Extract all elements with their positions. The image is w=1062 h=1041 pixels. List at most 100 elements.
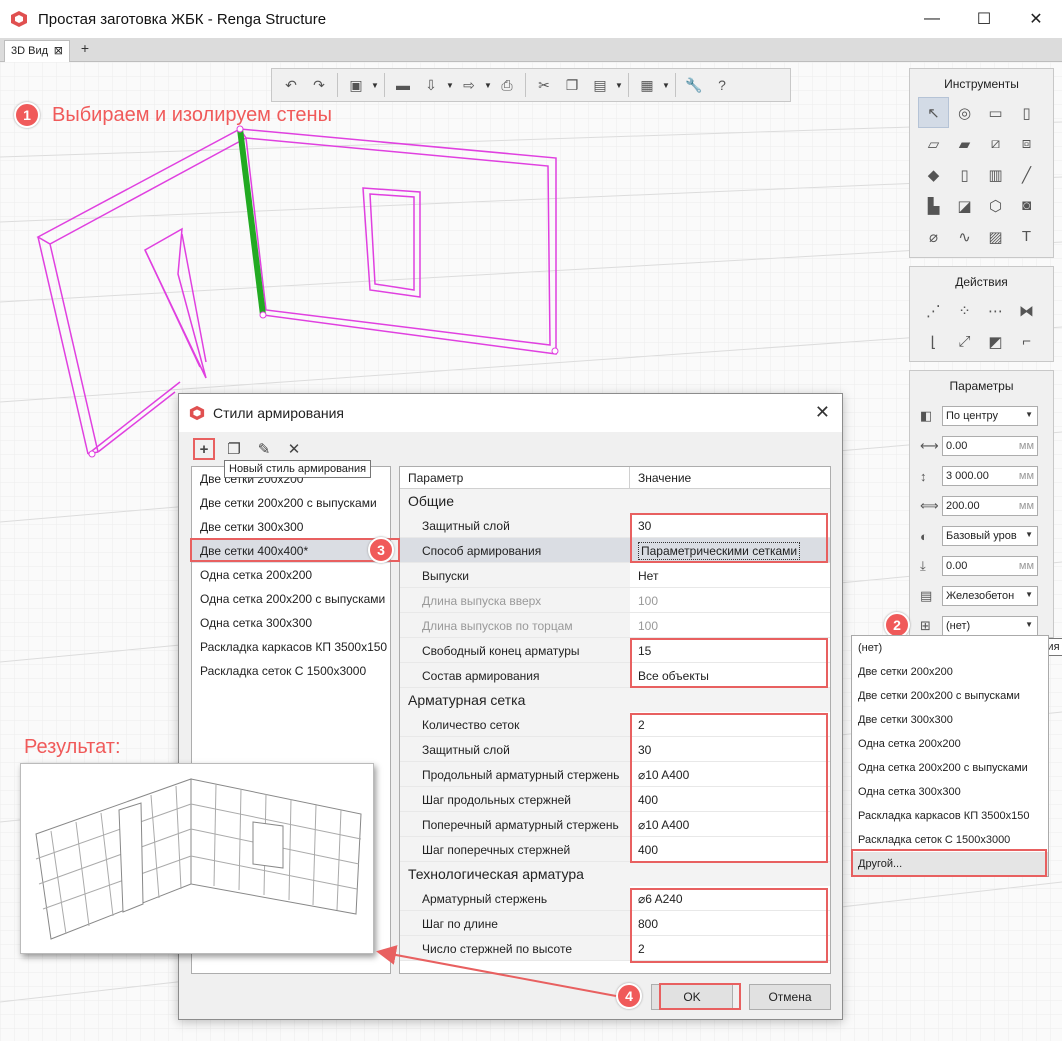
row-value[interactable]: Параметрическими сетками: [630, 538, 830, 563]
chevron-down-icon[interactable]: ▼: [615, 81, 623, 90]
window-icon[interactable]: ▥: [980, 159, 1011, 190]
maximize-button[interactable]: ☐: [958, 0, 1010, 38]
style-list-item-selected[interactable]: Две сетки 400x400*: [192, 539, 390, 563]
fillet-icon[interactable]: ⌐: [1011, 326, 1042, 357]
select-icon[interactable]: ↖: [918, 97, 949, 128]
dimension-icon[interactable]: ⌀: [918, 221, 949, 252]
row-value[interactable]: 30: [630, 513, 830, 538]
minimize-button[interactable]: —: [906, 0, 958, 38]
mirror-icon[interactable]: ⧓: [1011, 295, 1042, 326]
duplicate-style-icon[interactable]: ❐: [223, 438, 245, 460]
dropdown-item[interactable]: Раскладка каркасов КП 3500x150: [852, 804, 1048, 828]
table-row[interactable]: Выпуски Нет: [400, 563, 830, 588]
element-icon[interactable]: ⬡: [980, 190, 1011, 221]
beam-icon[interactable]: ▰: [949, 128, 980, 159]
dropdown-item[interactable]: Одна сетка 300x300: [852, 780, 1048, 804]
level-offset-input[interactable]: 0.00 мм: [942, 556, 1038, 576]
array-icon[interactable]: ⋯: [980, 295, 1011, 326]
export-icon[interactable]: ⇨: [456, 72, 482, 98]
text-icon[interactable]: T: [1011, 221, 1042, 252]
brace-icon[interactable]: ⧄: [980, 128, 1011, 159]
open-folder-icon[interactable]: ▬: [390, 72, 416, 98]
offset-icon[interactable]: ◩: [980, 326, 1011, 357]
slab-icon[interactable]: ▱: [918, 128, 949, 159]
paste-icon[interactable]: ▤: [587, 72, 613, 98]
table-row[interactable]: Свободный конец арматуры 15: [400, 638, 830, 663]
view-cube-icon[interactable]: ▣: [343, 72, 369, 98]
row-value[interactable]: 400: [630, 787, 830, 812]
table-row[interactable]: Шаг по длине 800: [400, 911, 830, 936]
table-row[interactable]: Число стержней по высоте 2: [400, 936, 830, 961]
level-select[interactable]: Базовый уров ▼: [942, 526, 1038, 546]
style-list-item[interactable]: Одна сетка 200x200 с выпусками: [192, 587, 390, 611]
ok-button[interactable]: OK: [651, 984, 733, 1010]
row-value[interactable]: 2: [630, 936, 830, 961]
tab-close-icon[interactable]: ⊠: [54, 44, 63, 57]
table-row[interactable]: Шаг поперечных стержней 400: [400, 837, 830, 862]
redo-icon[interactable]: ↷: [306, 72, 332, 98]
tab-3d-view[interactable]: 3D Вид ⊠: [4, 40, 70, 62]
row-value[interactable]: Нет: [630, 563, 830, 588]
table-row[interactable]: Шаг продольных стержней 400: [400, 787, 830, 812]
chevron-down-icon[interactable]: ▼: [446, 81, 454, 90]
dropdown-item[interactable]: Две сетки 300x300: [852, 708, 1048, 732]
import-icon[interactable]: ⇩: [418, 72, 444, 98]
table-row[interactable]: Арматурный стержень ⌀6 A240: [400, 886, 830, 911]
chevron-down-icon[interactable]: ▼: [662, 81, 670, 90]
dialog-close-icon[interactable]: ✕: [815, 402, 830, 423]
row-value[interactable]: 800: [630, 911, 830, 936]
ramp-icon[interactable]: ◪: [949, 190, 980, 221]
print-icon[interactable]: ⎙: [494, 72, 520, 98]
table-row[interactable]: Количество сеток 2: [400, 712, 830, 737]
move-icon[interactable]: ⋰: [918, 295, 949, 326]
style-list-item[interactable]: Две сетки 200x200 с выпусками: [192, 491, 390, 515]
style-list-item[interactable]: Раскладка сеток С 1500x3000: [192, 659, 390, 683]
undo-icon[interactable]: ↶: [278, 72, 304, 98]
line-icon[interactable]: ╱: [1011, 159, 1042, 190]
column-icon[interactable]: ▯: [1011, 97, 1042, 128]
hatch-icon[interactable]: ▨: [980, 221, 1011, 252]
table-row[interactable]: Поперечный арматурный стержень ⌀10 A400: [400, 812, 830, 837]
row-value[interactable]: ⌀6 A240: [630, 886, 830, 911]
properties-icon[interactable]: ▦: [634, 72, 660, 98]
delete-style-icon[interactable]: ✕: [283, 438, 305, 460]
dropdown-item[interactable]: Одна сетка 200x200: [852, 732, 1048, 756]
row-value[interactable]: ⌀10 A400: [630, 812, 830, 837]
dropdown-item[interactable]: Две сетки 200x200 с выпусками: [852, 684, 1048, 708]
help-icon[interactable]: ?: [709, 72, 735, 98]
dropdown-item[interactable]: Одна сетка 200x200 с выпусками: [852, 756, 1048, 780]
foundation-icon[interactable]: ◆: [918, 159, 949, 190]
cancel-button[interactable]: Отмена: [749, 984, 831, 1010]
dropdown-item[interactable]: (нет): [852, 636, 1048, 660]
shapes-icon[interactable]: ◎: [949, 97, 980, 128]
rotate-icon[interactable]: ⁘: [949, 295, 980, 326]
curve-icon[interactable]: ∿: [949, 221, 980, 252]
dropdown-item[interactable]: Раскладка сеток С 1500x3000: [852, 828, 1048, 852]
row-value[interactable]: 30: [630, 737, 830, 762]
row-value[interactable]: 2: [630, 712, 830, 737]
table-row[interactable]: Продольный арматурный стержень ⌀10 A400: [400, 762, 830, 787]
reinforcement-style-select[interactable]: (нет) ▼: [942, 616, 1038, 636]
placement-select[interactable]: По центру ▼: [942, 406, 1038, 426]
style-list-item[interactable]: Одна сетка 200x200: [192, 563, 390, 587]
style-list-item[interactable]: Раскладка каркасов КП 3500x150: [192, 635, 390, 659]
chevron-down-icon[interactable]: ▼: [371, 81, 379, 90]
material-select[interactable]: Железобетон ▼: [942, 586, 1038, 606]
wall-icon[interactable]: ▭: [980, 97, 1011, 128]
dropdown-item[interactable]: Две сетки 200x200: [852, 660, 1048, 684]
table-row-selected[interactable]: Способ армирования Параметрическими сетка…: [400, 538, 830, 563]
row-value[interactable]: Все объекты: [630, 663, 830, 688]
stair-icon[interactable]: ▙: [918, 190, 949, 221]
thickness-input[interactable]: 200.00 мм: [942, 496, 1038, 516]
table-row[interactable]: Защитный слой 30: [400, 513, 830, 538]
copy-icon[interactable]: ❐: [559, 72, 585, 98]
row-value[interactable]: 400: [630, 837, 830, 862]
trim-icon[interactable]: ⌊: [918, 326, 949, 357]
style-list-item[interactable]: Одна сетка 300x300: [192, 611, 390, 635]
cut-icon[interactable]: ✂: [531, 72, 557, 98]
table-row[interactable]: Защитный слой 30: [400, 737, 830, 762]
offset-input[interactable]: 0.00 мм: [942, 436, 1038, 456]
edit-style-icon[interactable]: ✎: [253, 438, 275, 460]
table-row[interactable]: Состав армирования Все объекты: [400, 663, 830, 688]
height-input[interactable]: 3 000.00 мм: [942, 466, 1038, 486]
